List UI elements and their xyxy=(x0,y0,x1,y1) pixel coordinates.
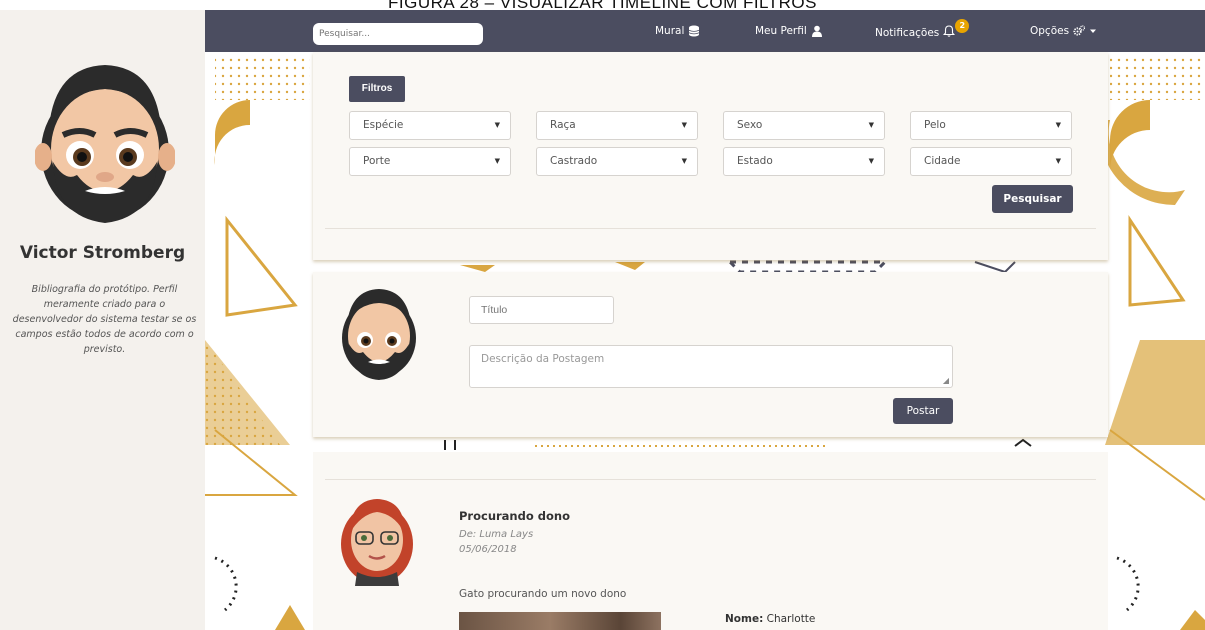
top-navbar: Mural Meu Perfil Notificações 2 Opções xyxy=(205,10,1205,52)
filter-select-label: Pelo xyxy=(924,119,946,131)
filter-select-label: Porte xyxy=(363,155,391,167)
filter-select-sexo[interactable]: Sexo ▼ xyxy=(723,111,885,140)
filter-select-porte[interactable]: Porte ▼ xyxy=(349,147,511,176)
nav-opcoes-label: Opções xyxy=(1030,25,1070,37)
chevron-down-icon: ▼ xyxy=(494,157,500,165)
filters-card: Filtros Espécie ▼ Raça ▼ Sexo ▼ Pelo ▼ P… xyxy=(313,52,1108,260)
resize-grip-icon[interactable]: ◢ xyxy=(943,376,949,385)
pet-photo[interactable] xyxy=(459,612,661,630)
post-submit-button[interactable]: Postar xyxy=(893,398,953,424)
filter-select-cidade[interactable]: Cidade ▼ xyxy=(910,147,1072,176)
author-avatar xyxy=(341,499,413,586)
search-input[interactable] xyxy=(313,23,483,45)
divider xyxy=(325,479,1096,480)
chevron-down-icon: ▼ xyxy=(868,157,874,165)
new-post-card: Descrição da Postagem ◢ Postar xyxy=(313,272,1108,437)
database-icon xyxy=(689,25,700,37)
filter-select-pelo[interactable]: Pelo ▼ xyxy=(910,111,1072,140)
profile-name: Victor Stromberg xyxy=(19,243,186,263)
nav-notificacoes[interactable]: Notificações 2 xyxy=(875,19,970,40)
profile-sidebar: Victor Stromberg Bibliografia do protóti… xyxy=(0,10,205,630)
filter-select-label: Espécie xyxy=(363,119,404,131)
profile-bio: Bibliografia do protótipo. Perfil merame… xyxy=(12,284,197,355)
post-description-textarea[interactable]: Descrição da Postagem ◢ xyxy=(469,345,953,388)
filters-toggle-button[interactable]: Filtros xyxy=(349,76,405,102)
filter-select-raca[interactable]: Raça ▼ xyxy=(536,111,698,140)
filter-select-castrado[interactable]: Castrado ▼ xyxy=(536,147,698,176)
post-description: Gato procurando um novo dono xyxy=(459,588,627,600)
nav-notificacoes-label: Notificações xyxy=(875,26,940,39)
cogs-icon xyxy=(1073,25,1086,36)
bell-icon xyxy=(943,25,956,37)
post-title-input[interactable] xyxy=(469,296,614,324)
nav-meu-perfil[interactable]: Meu Perfil xyxy=(755,25,823,37)
filter-select-estado[interactable]: Estado ▼ xyxy=(723,147,885,176)
filter-select-especie[interactable]: Espécie ▼ xyxy=(349,111,511,140)
nav-meu-perfil-label: Meu Perfil xyxy=(755,25,807,37)
filter-search-button[interactable]: Pesquisar xyxy=(992,185,1073,213)
filter-select-label: Raça xyxy=(550,119,576,131)
chevron-down-icon: ▼ xyxy=(681,121,687,129)
chevron-down-icon: ▼ xyxy=(868,121,874,129)
nav-opcoes[interactable]: Opções xyxy=(1030,25,1097,37)
user-icon xyxy=(811,25,822,37)
filter-select-label: Estado xyxy=(737,155,773,167)
post-date: 05/06/2018 xyxy=(459,544,517,555)
pet-name-label: Nome: xyxy=(725,613,764,625)
post-author: De: Luma Lays xyxy=(459,529,534,540)
post-description-placeholder: Descrição da Postagem xyxy=(481,353,605,365)
chevron-down-icon: ▼ xyxy=(1055,157,1061,165)
filter-select-label: Cidade xyxy=(924,155,961,167)
chevron-down-icon: ▼ xyxy=(494,121,500,129)
pet-name-value: Charlotte xyxy=(766,613,816,625)
pet-name-field: Nome: Charlotte xyxy=(725,613,815,625)
post-title: Procurando dono xyxy=(459,509,570,523)
nav-mural-label: Mural xyxy=(655,25,685,37)
user-avatar xyxy=(342,289,416,380)
chevron-down-icon: ▼ xyxy=(681,157,687,165)
nav-mural[interactable]: Mural xyxy=(655,25,700,37)
notification-count-badge: 2 xyxy=(955,19,970,33)
feed-post-card: Procurando dono De: Luma Lays 05/06/2018… xyxy=(313,452,1108,630)
figure-caption: FIGURA 28 – VISUALIZAR TIMELINE COM FILT… xyxy=(0,0,1205,9)
filter-select-label: Castrado xyxy=(550,155,598,167)
chevron-down-icon: ▼ xyxy=(1055,121,1061,129)
filter-select-label: Sexo xyxy=(737,119,763,131)
caret-down-icon xyxy=(1090,29,1097,33)
divider xyxy=(325,228,1096,229)
profile-avatar xyxy=(35,65,175,223)
